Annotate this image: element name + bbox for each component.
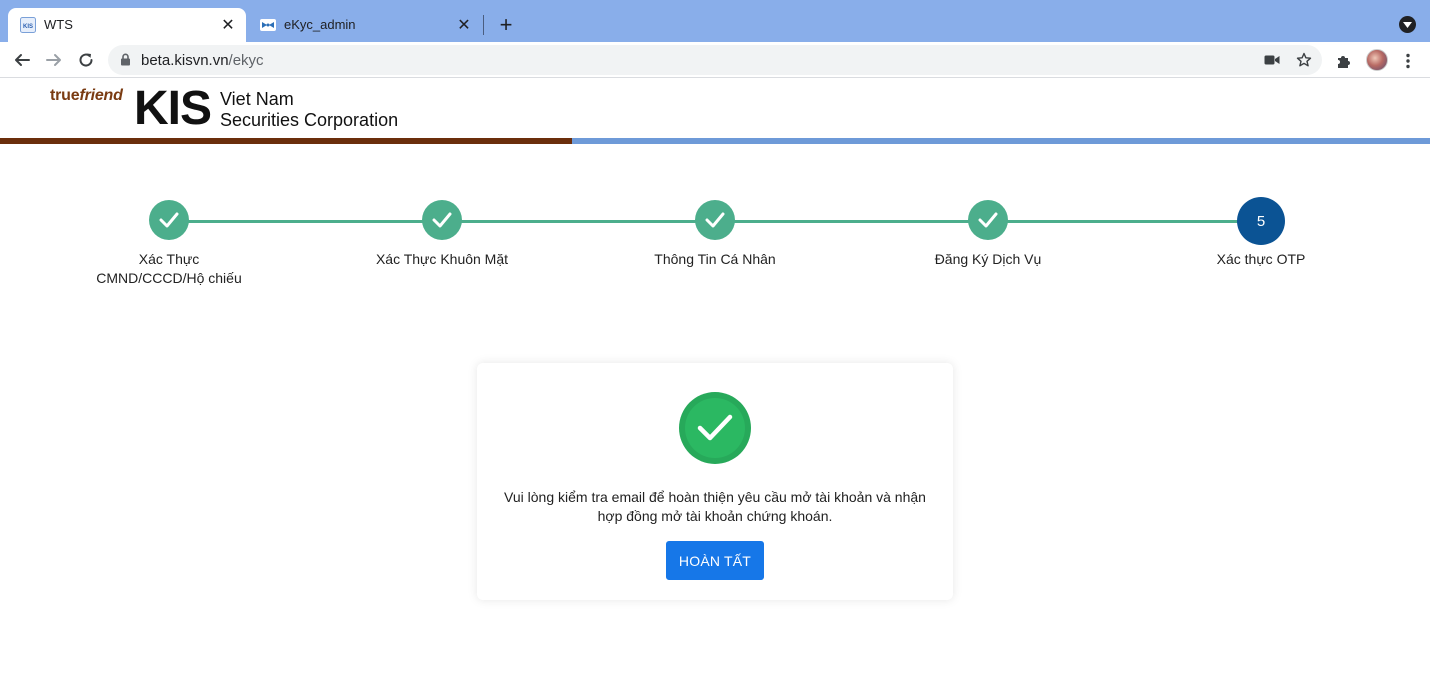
camera-icon[interactable] bbox=[1263, 51, 1281, 69]
truefriend-logo[interactable]: truefriend bbox=[50, 87, 123, 105]
tab-title: eKyc_admin bbox=[284, 17, 356, 32]
company-line-2: Securities Corporation bbox=[220, 110, 399, 130]
brand-friend: friend bbox=[79, 87, 123, 104]
tab-divider bbox=[483, 15, 484, 35]
header-stripe-brown bbox=[0, 138, 572, 144]
new-tab-button[interactable]: + bbox=[494, 12, 518, 37]
success-message: Vui lòng kiểm tra email để hoàn thiện yê… bbox=[504, 489, 926, 524]
lock-icon[interactable] bbox=[120, 53, 131, 71]
complete-button[interactable]: HOÀN TẤT bbox=[666, 541, 764, 580]
brand-true: true bbox=[50, 87, 80, 104]
star-icon[interactable] bbox=[1295, 51, 1313, 69]
step-2-label: Xác Thực Khuôn Mặt bbox=[375, 251, 509, 267]
browser-toolbar: beta.kisvn.vn/ekyc bbox=[0, 42, 1430, 78]
step-2-check-icon bbox=[422, 200, 462, 240]
step-5-label: Xác thực OTP bbox=[1216, 251, 1306, 267]
step-4-check-icon bbox=[968, 200, 1008, 240]
reload-icon[interactable] bbox=[73, 47, 99, 73]
company-name: Viet Nam Securities Corporation bbox=[220, 89, 398, 131]
result-card: Vui lòng kiểm tra email để hoàn thiện yê… bbox=[477, 363, 953, 600]
close-tab-icon[interactable]: ✕ bbox=[218, 15, 238, 35]
extensions-puzzle-icon[interactable] bbox=[1333, 50, 1355, 72]
forward-arrow-icon[interactable] bbox=[41, 47, 67, 73]
tab-ekyc-admin[interactable]: eKyc_admin ✕ bbox=[248, 8, 482, 42]
step-5-current-number: 5 bbox=[1237, 197, 1285, 245]
profile-avatar[interactable] bbox=[1366, 49, 1388, 71]
kis-logo[interactable]: KIS bbox=[134, 83, 212, 135]
step-3-label: Thông Tin Cá Nhân bbox=[654, 251, 776, 267]
tab-title: WTS bbox=[44, 17, 73, 32]
url-path: /ekyc bbox=[228, 52, 264, 69]
step-1-label: Xác Thực CMND/CCCD/Hộ chiếu bbox=[96, 251, 242, 286]
address-bar[interactable]: beta.kisvn.vn/ekyc bbox=[108, 45, 1322, 75]
kebab-menu-icon[interactable] bbox=[1397, 50, 1419, 72]
step-3-check-icon bbox=[695, 200, 735, 240]
step-1-check-icon bbox=[149, 200, 189, 240]
kis-favicon-icon: KIS bbox=[20, 17, 36, 33]
bow-favicon-icon bbox=[260, 17, 276, 33]
company-line-1: Viet Nam bbox=[220, 89, 294, 109]
ekyc-stepper: 5 Xác Thực CMND/CCCD/Hộ chiếu Xác Thực K… bbox=[0, 197, 1430, 300]
svg-text:KIS: KIS bbox=[23, 24, 33, 30]
back-arrow-icon[interactable] bbox=[9, 47, 35, 73]
url-host: beta.kisvn.vn bbox=[141, 52, 229, 69]
header-stripe-blue bbox=[572, 138, 1430, 144]
close-tab-icon[interactable]: ✕ bbox=[454, 15, 474, 35]
success-check-inner bbox=[685, 398, 745, 458]
tab-wts[interactable]: KIS WTS ✕ bbox=[8, 8, 246, 42]
url-text: beta.kisvn.vn/ekyc bbox=[141, 52, 264, 69]
tab-search-icon[interactable] bbox=[1399, 16, 1416, 33]
step-4-label: Đăng Ký Dịch Vụ bbox=[934, 251, 1042, 267]
browser-tab-bar: KIS WTS ✕ eKyc_admin ✕ + bbox=[0, 0, 1430, 42]
success-check-icon bbox=[679, 392, 751, 464]
site-header: truefriend KIS Viet Nam Securities Corpo… bbox=[0, 79, 1430, 144]
